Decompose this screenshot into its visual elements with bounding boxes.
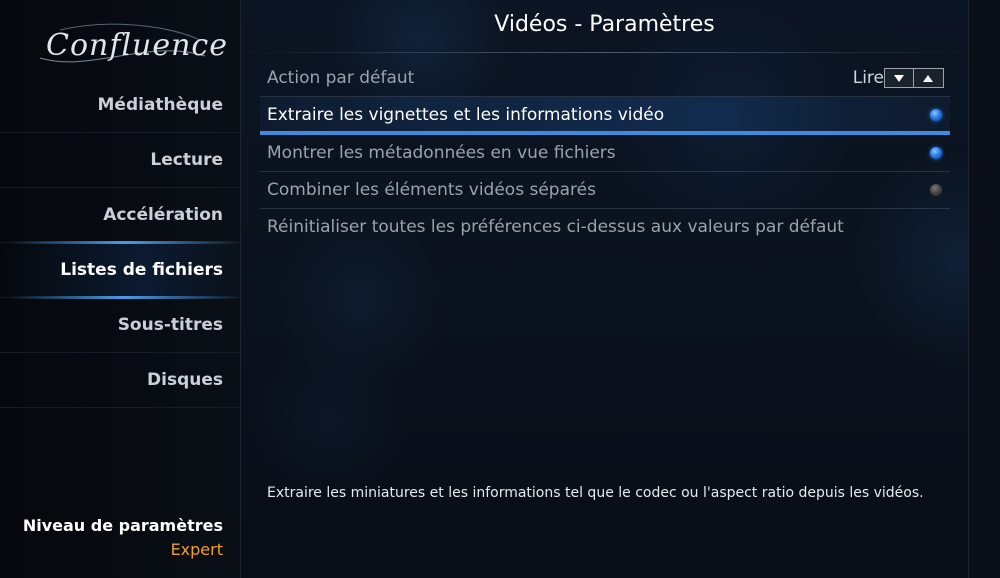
value-spinner	[884, 68, 944, 88]
toggle-off-icon[interactable]	[930, 184, 942, 196]
right-edge-panel	[968, 0, 1000, 578]
page-title: Vidéos - Paramètres	[494, 12, 715, 37]
setting-label: Réinitialiser toutes les préférences ci-…	[267, 217, 844, 237]
arrow-up-icon[interactable]	[914, 69, 942, 87]
sidebar-item-acceleration[interactable]: Accélération	[0, 188, 240, 243]
settings-category-menu: Médiathèque Lecture Accélération Listes …	[0, 78, 240, 408]
arrow-down-icon[interactable]	[885, 69, 914, 87]
logo-text: Confluence	[46, 28, 228, 63]
toggle-on-icon[interactable]	[930, 109, 942, 121]
setting-extraire-vignettes[interactable]: Extraire les vignettes et les informatio…	[260, 97, 950, 135]
settings-list: Action par défaut Lire Extraire les vign…	[260, 60, 950, 245]
confluence-logo: Confluence	[30, 18, 227, 68]
sidebar: Confluence Médiathèque Lecture Accélérat…	[0, 0, 241, 578]
setting-value: Lire	[852, 68, 884, 88]
sidebar-item-lecture[interactable]: Lecture	[0, 133, 240, 188]
sidebar-item-sous-titres[interactable]: Sous-titres	[0, 298, 240, 353]
sidebar-item-listes-de-fichiers[interactable]: Listes de fichiers	[0, 241, 240, 299]
setting-montrer-metadonnees[interactable]: Montrer les métadonnées en vue fichiers	[260, 135, 950, 172]
setting-label: Action par défaut	[267, 68, 415, 88]
sidebar-item-mediatheque[interactable]: Médiathèque	[0, 78, 240, 133]
settings-level-value: Expert	[170, 540, 223, 559]
setting-combiner-elements[interactable]: Combiner les éléments vidéos séparés	[260, 172, 950, 209]
setting-reinitialiser[interactable]: Réinitialiser toutes les préférences ci-…	[260, 209, 950, 245]
setting-label: Montrer les métadonnées en vue fichiers	[267, 143, 616, 163]
setting-label: Combiner les éléments vidéos séparés	[267, 180, 596, 200]
settings-level-label: Niveau de paramètres	[22, 516, 223, 535]
sidebar-item-disques[interactable]: Disques	[0, 353, 240, 408]
setting-action-par-defaut[interactable]: Action par défaut Lire	[260, 60, 950, 97]
toggle-on-icon[interactable]	[930, 147, 942, 159]
setting-help-text: Extraire les miniatures et les informati…	[267, 485, 924, 501]
title-divider	[241, 52, 968, 53]
setting-label: Extraire les vignettes et les informatio…	[267, 105, 665, 125]
settings-level-selector[interactable]: Niveau de paramètres Expert	[23, 516, 223, 559]
